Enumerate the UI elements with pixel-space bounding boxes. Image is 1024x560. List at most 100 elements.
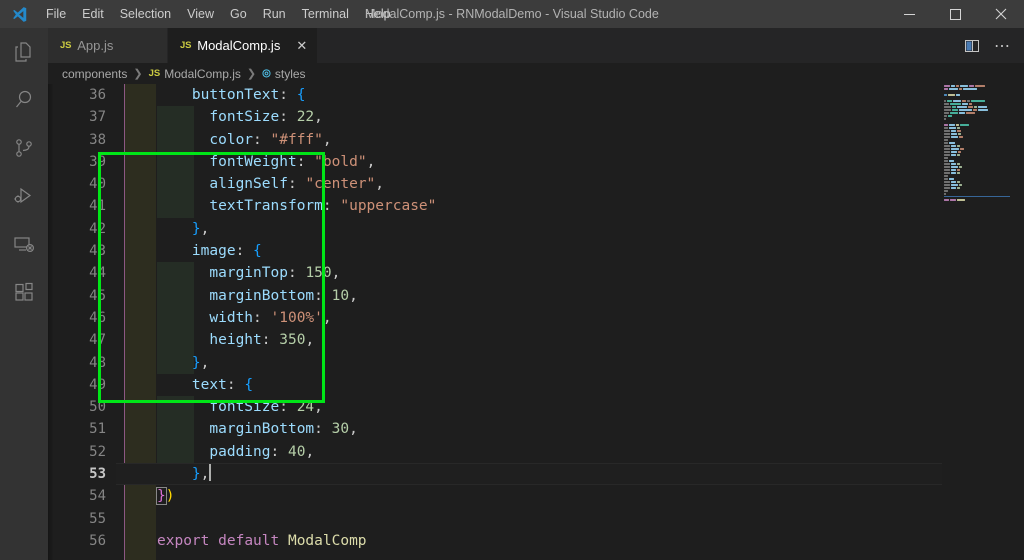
minimap-token [960, 147, 964, 150]
minimap-token [949, 159, 954, 162]
vscode-logo-icon [0, 0, 38, 28]
minimap-token [944, 138, 948, 141]
minimap-token [967, 99, 970, 102]
minimap-token [978, 108, 988, 111]
activity-search-icon[interactable] [0, 76, 48, 124]
code-line[interactable]: 56 export default ModalComp [48, 530, 1024, 552]
minimize-button[interactable] [886, 0, 932, 28]
menu-help[interactable]: Help [357, 0, 399, 28]
code-text: fontSize: 24, [209, 399, 323, 416]
line-number: 45 [89, 287, 106, 304]
code-line[interactable]: 51 marginBottom: 30, [48, 418, 1024, 440]
code-line[interactable]: 53 }, [48, 463, 1024, 486]
code-line[interactable]: 50 fontSize: 24, [48, 396, 1024, 418]
minimap[interactable] [942, 84, 1016, 560]
code-line[interactable]: 41 textTransform: "uppercase" [48, 195, 1024, 217]
minimap-token [944, 180, 950, 183]
line-number: 55 [89, 510, 106, 527]
minimap-token [944, 135, 950, 138]
line-number: 43 [89, 243, 106, 260]
close-button[interactable] [978, 0, 1024, 28]
maximize-button[interactable] [932, 0, 978, 28]
menu-run[interactable]: Run [255, 0, 294, 28]
minimap-token [959, 135, 963, 138]
code-line[interactable]: 39 fontWeight: "bold", [48, 151, 1024, 173]
code-line[interactable]: 38 color: "#fff", [48, 129, 1024, 151]
more-actions-icon[interactable]: ⋯ [988, 32, 1016, 60]
menu-selection[interactable]: Selection [112, 0, 179, 28]
menu-view[interactable]: View [179, 0, 222, 28]
code-line[interactable]: 40 alignSelf: "center", [48, 173, 1024, 195]
minimap-token [944, 129, 950, 132]
minimap-token [951, 165, 958, 168]
menu-go[interactable]: Go [222, 0, 255, 28]
code-content[interactable]: 36 buttonText: {37 fontSize: 22, 38 color… [48, 84, 1024, 560]
minimap-token [947, 99, 952, 102]
code-line[interactable]: 48 }, [48, 352, 1024, 374]
breadcrumb-item-modalcomp[interactable]: JS ModalComp.js [149, 67, 241, 81]
minimap-token [952, 108, 958, 111]
minimap-token [949, 87, 958, 90]
minimap-token [959, 165, 962, 168]
code-line[interactable]: 44 marginTop: 150, [48, 262, 1024, 284]
code-line[interactable]: 42 }, [48, 218, 1024, 240]
minimap-token [958, 132, 961, 135]
code-line[interactable]: 47 height: 350, [48, 329, 1024, 351]
tab-close-icon[interactable]: ✕ [296, 39, 307, 52]
tab-app-js[interactable]: JS App.js ✕ [48, 28, 168, 63]
breadcrumb-item-styles[interactable]: ◎ styles [262, 67, 305, 81]
code-line[interactable]: 52 padding: 40, [48, 441, 1024, 463]
title-bar: File Edit Selection View Go Run Terminal… [0, 0, 1024, 28]
minimap-token [950, 111, 958, 114]
minimap-token [957, 126, 960, 129]
code-text: fontSize: 22, [209, 109, 323, 126]
tab-close-icon[interactable]: ✕ [129, 39, 140, 52]
minimap-token [957, 186, 960, 189]
code-line[interactable]: 37 fontSize: 22, [48, 106, 1024, 128]
code-line[interactable]: 46 width: '100%', [48, 307, 1024, 329]
minimap-token [944, 147, 950, 150]
activity-source-control-icon[interactable] [0, 124, 48, 172]
minimap-token [956, 123, 959, 126]
tab-bar: JS App.js ✕ JS ModalComp.js ✕ ⋯ [48, 28, 1024, 63]
activity-extensions-icon[interactable] [0, 268, 48, 316]
code-line[interactable]: 55 [48, 508, 1024, 530]
code-text: }, [191, 354, 210, 371]
activity-bar [0, 28, 48, 560]
menu-edit[interactable]: Edit [74, 0, 112, 28]
minimap-token [962, 99, 966, 102]
code-text: color: "#fff", [209, 131, 332, 148]
code-line[interactable]: 36 buttonText: { [48, 84, 1024, 106]
code-line[interactable]: 54}) [48, 485, 1024, 507]
vscode-window: File Edit Selection View Go Run Terminal… [0, 0, 1024, 560]
breadcrumb-item-components[interactable]: components [62, 67, 127, 81]
line-number: 56 [89, 532, 106, 549]
minimap-token [973, 108, 977, 111]
minimap-token [944, 99, 946, 102]
menu-file[interactable]: File [38, 0, 74, 28]
tab-modalcomp-js[interactable]: JS ModalComp.js ✕ [168, 28, 319, 63]
split-editor-icon[interactable] [958, 32, 986, 60]
code-text: padding: 40, [209, 443, 315, 460]
minimap-token [951, 183, 958, 186]
minimap-token [949, 123, 955, 126]
code-line[interactable]: 49 text: { [48, 374, 1024, 396]
minimap-token [974, 105, 977, 108]
code-line[interactable]: 43 image: { [48, 240, 1024, 262]
minimap-token [951, 84, 955, 87]
editor-actions: ⋯ [958, 28, 1024, 63]
minimap-token [944, 105, 951, 108]
minimap-token [957, 153, 960, 156]
menu-terminal[interactable]: Terminal [294, 0, 357, 28]
breadcrumb-separator-icon: ❯ [133, 68, 143, 80]
code-line[interactable]: 45 marginBottom: 10, [48, 285, 1024, 307]
code-editor[interactable]: 36 buttonText: {37 fontSize: 22, 38 color… [48, 84, 1024, 560]
minimap-token [944, 189, 948, 192]
activity-explorer-icon[interactable] [0, 28, 48, 76]
code-text: }, [191, 220, 210, 237]
activity-remote-explorer-icon[interactable] [0, 220, 48, 268]
activity-run-debug-icon[interactable] [0, 172, 48, 220]
code-text: buttonText: { [191, 87, 306, 103]
editor-scrollbar[interactable] [1010, 84, 1024, 560]
symbol-variable-icon: ◎ [262, 68, 271, 79]
